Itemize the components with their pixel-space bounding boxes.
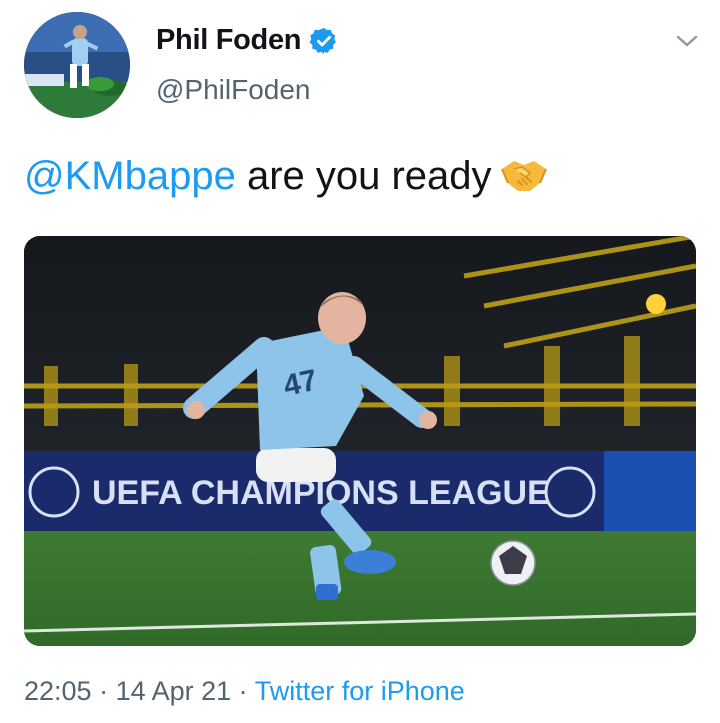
author-handle[interactable]: @PhilFoden — [156, 74, 311, 106]
meta-separator-2: · — [231, 676, 255, 706]
display-name[interactable]: Phil Foden — [156, 24, 302, 57]
avatar[interactable] — [24, 12, 130, 118]
verified-badge-icon — [309, 26, 339, 56]
handshake-icon — [500, 155, 548, 195]
source-link[interactable]: Twitter for iPhone — [255, 676, 465, 706]
tweet-media-image[interactable]: UEFA CHAMPIONS LEAGUE 47 — [24, 236, 696, 646]
match-photo: UEFA CHAMPIONS LEAGUE 47 — [24, 236, 696, 646]
tweet-time[interactable]: 22:05 — [24, 676, 92, 706]
jersey-number: 47 — [281, 364, 321, 403]
chevron-down-icon[interactable] — [674, 30, 700, 52]
tweet-body: are you ready — [235, 154, 492, 198]
meta-separator: · — [91, 676, 116, 706]
author-name-row[interactable]: Phil Foden — [156, 24, 339, 57]
football-icon — [490, 540, 536, 586]
tweet-date[interactable]: 14 Apr 21 — [116, 676, 232, 706]
tweet-text: @KMbappe are you ready — [24, 150, 548, 202]
tweet-meta: 22:05 · 14 Apr 21 · Twitter for iPhone — [24, 676, 465, 707]
avatar-photo — [24, 12, 130, 118]
mention-link[interactable]: @KMbappe — [24, 154, 236, 198]
